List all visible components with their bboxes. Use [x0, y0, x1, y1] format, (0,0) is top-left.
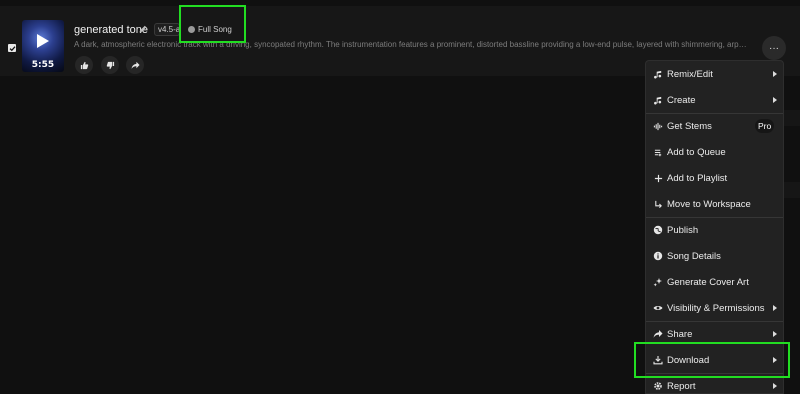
menu-item-label: Create	[667, 95, 696, 106]
menu-item-report[interactable]: Report	[646, 373, 783, 393]
queue-icon	[653, 147, 663, 157]
menu-item-add-to-playlist[interactable]: Add to Playlist	[646, 165, 783, 191]
background-card-edge	[784, 182, 800, 198]
info-icon	[653, 251, 663, 261]
submenu-arrow-icon	[773, 357, 777, 363]
menu-item-share[interactable]: Share	[646, 321, 783, 347]
eye-icon	[653, 303, 663, 313]
thumbs-up-icon	[80, 61, 88, 69]
dislike-button[interactable]	[101, 56, 119, 74]
duration-label: 5:55	[31, 60, 55, 70]
full-song-tag: Full Song	[186, 23, 236, 36]
background-card-edge	[784, 110, 800, 126]
play-icon[interactable]	[37, 34, 49, 48]
version-badge: v4.5-all	[154, 23, 180, 36]
menu-item-label: Get Stems	[667, 121, 712, 132]
move-icon	[653, 199, 663, 209]
pro-badge: Pro	[755, 119, 775, 133]
menu-item-label: Download	[667, 355, 710, 366]
menu-item-label: Song Details	[667, 251, 721, 262]
cover-art[interactable]: 5:55	[22, 20, 64, 72]
submenu-arrow-icon	[773, 305, 777, 311]
download-icon	[653, 355, 663, 365]
edit-pencil-icon[interactable]	[138, 24, 148, 34]
menu-item-song-details[interactable]: Song Details	[646, 243, 783, 269]
menu-item-move-to-workspace[interactable]: Move to Workspace	[646, 191, 783, 217]
menu-item-label: Remix/Edit	[667, 69, 713, 80]
menu-item-remix-edit[interactable]: Remix/Edit	[646, 61, 783, 87]
menu-item-get-stems[interactable]: Get Stems Pro	[646, 113, 783, 139]
music-note-icon	[653, 95, 663, 105]
remix-icon	[653, 69, 663, 79]
select-checkbox[interactable]	[8, 44, 16, 52]
tag-dot-icon	[188, 26, 195, 33]
menu-item-label: Visibility & Permissions	[667, 303, 765, 314]
submenu-arrow-icon	[773, 71, 777, 77]
menu-item-generate-cover-art[interactable]: Generate Cover Art	[646, 269, 783, 295]
report-icon	[653, 381, 663, 391]
menu-item-visibility-permissions[interactable]: Visibility & Permissions	[646, 295, 783, 321]
thumbs-down-icon	[106, 61, 114, 69]
submenu-arrow-icon	[773, 383, 777, 389]
plus-icon	[653, 173, 663, 183]
song-description: A dark, atmospheric electronic track wit…	[74, 40, 750, 49]
menu-item-label: Add to Queue	[667, 147, 726, 158]
full-song-label: Full Song	[198, 25, 232, 34]
more-options-button[interactable]: ···	[762, 36, 786, 60]
sparkle-icon	[653, 277, 663, 287]
context-menu: Remix/Edit Create Get Stems Pro Add to Q…	[645, 60, 784, 394]
globe-icon	[653, 225, 663, 235]
menu-item-label: Share	[667, 329, 693, 340]
menu-item-label: Add to Playlist	[667, 173, 728, 184]
menu-item-label: Publish	[667, 225, 699, 236]
menu-item-label: Move to Workspace	[667, 199, 751, 210]
share-button[interactable]	[126, 56, 144, 74]
menu-item-publish[interactable]: Publish	[646, 217, 783, 243]
share-icon	[653, 329, 663, 339]
menu-item-label: Report	[667, 381, 696, 392]
menu-item-create[interactable]: Create	[646, 87, 783, 113]
menu-item-label: Generate Cover Art	[667, 277, 749, 288]
like-button[interactable]	[75, 56, 93, 74]
stems-icon	[653, 121, 663, 131]
share-arrow-icon	[131, 61, 140, 69]
menu-item-add-to-queue[interactable]: Add to Queue	[646, 139, 783, 165]
submenu-arrow-icon	[773, 97, 777, 103]
menu-item-download[interactable]: Download	[646, 347, 783, 373]
submenu-arrow-icon	[773, 331, 777, 337]
song-title[interactable]: generated tone	[74, 24, 148, 36]
